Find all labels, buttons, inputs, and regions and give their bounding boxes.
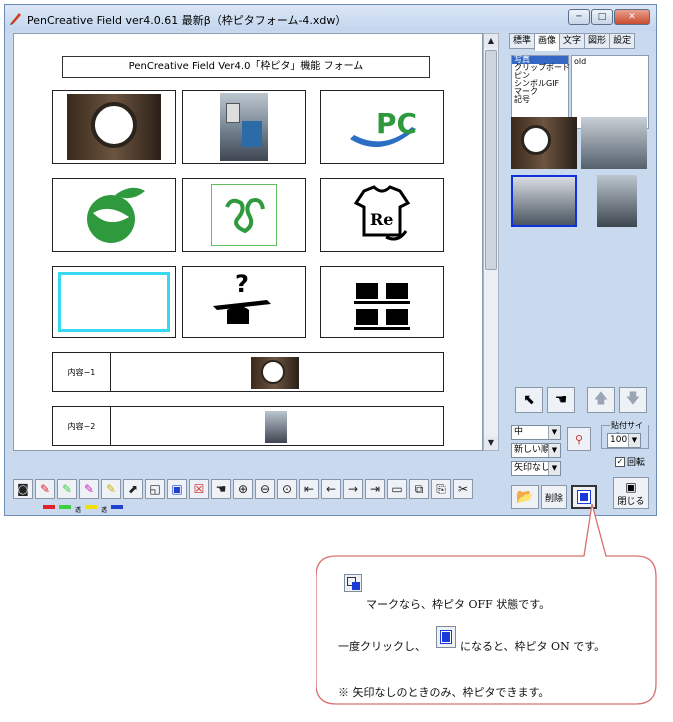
tab-shape[interactable]: 図形 [584,33,611,49]
checkbox-box: ✓ [615,456,625,467]
select-tools: ⬉ ☚ [515,387,575,413]
frame-cell-pc-logo[interactable]: PC [320,90,444,164]
heart-loop-icon [225,198,265,234]
form-title: PenCreative Field Ver4.0「枠ピタ」機能 フォーム [62,56,430,78]
frame-cell-desk-photo[interactable] [182,90,306,164]
frame-cell-eco-apple[interactable] [52,178,176,252]
frame-fit-off-mini-icon [344,574,362,592]
move-down-icon[interactable]: 🡇 [619,387,647,413]
yellow-marker-icon[interactable]: ✎ [101,479,121,499]
callout-line-2a: 一度クリックし、 [338,640,426,653]
close-button[interactable]: ✕ [614,9,650,25]
title-bar: PenCreative Field ver4.0.61 最新β（枠ピタフォーム-… [5,5,656,31]
move-up-icon[interactable]: 🡅 [587,387,615,413]
app-window: PenCreative Field ver4.0.61 最新β（枠ピタフォーム-… [4,4,657,516]
vertical-scrollbar[interactable]: ▲ ▼ [483,33,499,451]
red-pen-icon[interactable]: ✎ [35,479,55,499]
thumbnail-desk[interactable] [597,175,637,227]
thumbnail-office[interactable] [581,117,647,169]
desk-photo [220,93,268,161]
scroll-up-arrow-icon[interactable]: ▲ [484,34,498,48]
paste-size-select[interactable]: 100 ▼ [607,433,641,448]
frame-fit-on-mini-icon [436,626,456,648]
tab-settings[interactable]: 設定 [609,33,636,49]
blue-swatch [111,505,124,509]
frame-cell-lost-umbrella[interactable]: ? [182,266,306,338]
order-tools: 🡅 🡇 [587,387,647,413]
zoom-fit-icon[interactable]: ⊙ [277,479,297,499]
camera-icon[interactable]: ◙ [13,479,33,499]
sort-select[interactable]: 新しい順 ▼ [511,443,561,458]
arrow-select[interactable]: 矢印なし ▼ [511,461,561,476]
panel-tabs: 標準 画像 文字 図形 設定 [509,33,636,51]
tab-image[interactable]: 画像 [534,33,561,51]
select-pointer-icon[interactable]: ⬉ [515,387,543,413]
minimize-button[interactable]: ─ [568,9,590,25]
frame-fit-off-icon[interactable]: ◱ [145,479,165,499]
green-pen-icon[interactable]: ✎ [57,479,77,499]
transparent-label-1: 透 [75,507,82,514]
frame-selection-highlight [58,272,170,332]
grab-hand-icon[interactable]: ☚ [547,387,575,413]
scroll-down-arrow-icon[interactable]: ▼ [484,436,498,450]
rotate-checkbox[interactable]: ✓ 回転 [615,455,645,468]
tab-text[interactable]: 文字 [559,33,586,49]
content-row-1-image [251,357,299,389]
zoom-in-icon[interactable]: ⊕ [233,479,253,499]
frame-cell-empty-selected[interactable] [52,266,176,338]
document-canvas[interactable]: PenCreative Field Ver4.0「枠ピタ」機能 フォーム PC [13,33,483,451]
svg-text:?: ? [235,270,249,298]
frame-cell-clock-photo[interactable] [52,90,176,164]
magenta-pen-icon[interactable]: ✎ [79,479,99,499]
content-row-2[interactable]: 内容−2 [52,406,444,446]
callout-line-1: マークなら、枠ピタ OFF 状態です。 [366,598,551,611]
locker-icon [354,283,410,330]
folder-item[interactable]: old [574,57,646,66]
yellow-swatch [85,505,98,509]
pen-app-icon [10,13,21,25]
scroll-thumb[interactable] [485,50,497,270]
zoom-out-icon[interactable]: ⊖ [255,479,275,499]
list-item[interactable]: 記号 [512,96,568,104]
lost-item-icon: ? [213,270,271,324]
delete-frame-icon[interactable]: ☒ [189,479,209,499]
pin-marker-icon[interactable]: ⚲ [567,427,591,451]
select-frame-icon[interactable]: ▣ [167,479,187,499]
window-title: PenCreative Field ver4.0.61 最新β（枠ピタフォーム-… [27,14,347,27]
frame-cell-recycle-shirt[interactable]: Re [320,178,444,252]
eco-apple-icon [87,187,145,243]
thumbnail-clock[interactable] [511,117,577,169]
tab-standard[interactable]: 標準 [509,33,536,49]
right-panel: 標準 画像 文字 図形 設定 写真 クリップボード ピン シンボルGIF マーク… [505,33,653,515]
svg-text:Re: Re [370,210,393,229]
thumbnail-desk-selected[interactable] [511,175,577,227]
hand-icon[interactable]: ☚ [211,479,231,499]
recycle-shirt-icon: Re [353,185,411,241]
callout-line-2b: になると、枠ピタ ON です。 [460,640,606,653]
pc-logo-icon: PC [350,107,417,147]
content-row-2-label: 内容−2 [53,407,111,445]
resize-arrow-icon[interactable]: ⬈ [123,479,143,499]
content-row-2-image [265,411,287,443]
transparent-label-2: 透 [101,507,108,514]
red-swatch [43,505,55,509]
green-swatch [59,505,71,509]
frame-cell-green-mark[interactable] [182,178,306,252]
clock-photo [67,94,161,160]
svg-text:PC: PC [376,107,417,140]
callout-line-3: ※ 矢印なしのときのみ、枠ピタできます。 [338,686,550,699]
frame-cell-lockers[interactable] [320,266,444,338]
content-row-1[interactable]: 内容−1 [52,352,444,392]
content-row-1-label: 内容−1 [53,353,111,391]
save-disk-icon: ▣ [625,479,637,494]
pen-color-bar: 透 透 [43,505,124,514]
size-select[interactable]: 中 ▼ [511,425,561,440]
green-mark [211,184,277,246]
maximize-button[interactable]: □ [591,9,613,25]
